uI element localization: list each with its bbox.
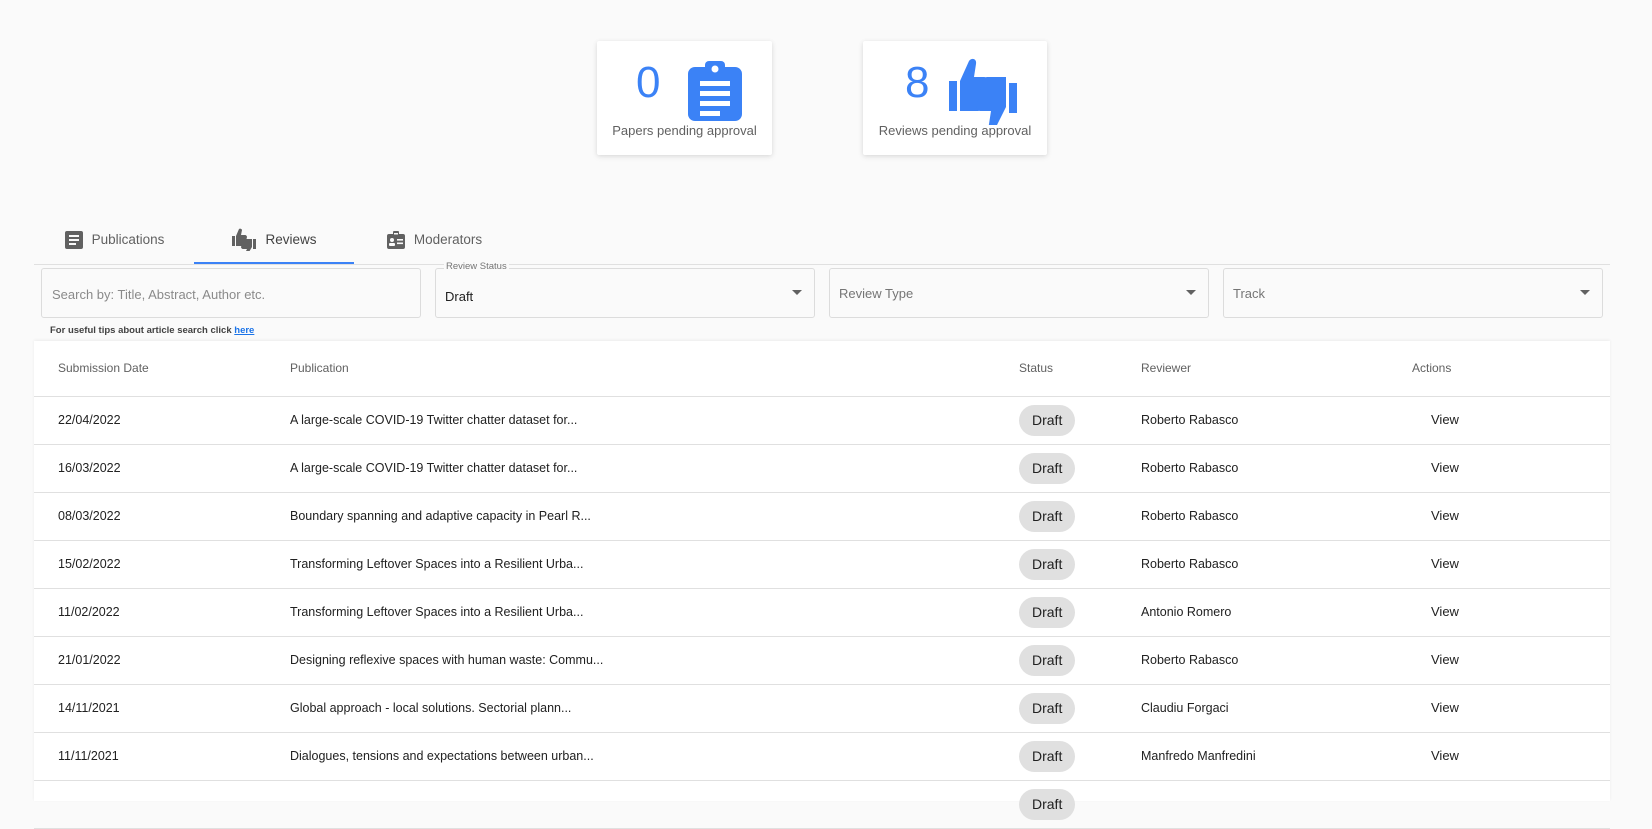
status-badge: Draft (1019, 501, 1076, 532)
reviewer-cell: Manfredo Manfredini (1141, 749, 1256, 763)
publication-cell: Designing reflexive spaces with human wa… (290, 653, 604, 667)
tab-publications-label: Publications (91, 232, 165, 247)
tab-reviews-label: Reviews (265, 231, 317, 247)
submission-date-cell: 14/11/2021 (58, 701, 120, 715)
tab-moderators-label: Moderators (413, 232, 483, 247)
publication-cell: A large-scale COVID-19 Twitter chatter d… (290, 413, 578, 427)
tab-moderators[interactable]: Moderators (354, 216, 514, 263)
reviews-pending-card[interactable]: 8 Reviews pending approval (863, 41, 1047, 155)
reviewer-cell: Roberto Rabasco (1141, 413, 1239, 427)
publication-cell: A large-scale COVID-19 Twitter chatter d… (290, 461, 578, 475)
papers-pending-label: Papers pending approval (612, 123, 757, 138)
publication-cell: Transforming Leftover Spaces into a Resi… (290, 605, 584, 619)
reviewer-cell: Antonio Romero (1141, 605, 1232, 619)
table-row[interactable]: 14/11/2021 Global approach - local soluti… (34, 685, 1610, 733)
view-button[interactable]: View (1431, 508, 1459, 523)
thumbs-up-down-icon (232, 228, 257, 251)
review-type-select[interactable]: Review Type (829, 268, 1209, 318)
table-row[interactable]: 15/02/2022 Transforming Leftover Spaces i… (34, 541, 1610, 589)
view-button[interactable]: View (1431, 700, 1459, 715)
reviewer-cell: Roberto Rabasco (1141, 509, 1239, 523)
view-button[interactable]: View (1431, 652, 1459, 667)
reviews-pending-count: 8 (905, 58, 930, 107)
header-actions: Actions (1412, 361, 1452, 375)
submission-date-cell: 15/02/2022 (58, 557, 121, 571)
badge-icon (386, 230, 405, 249)
track-placeholder: Track (1233, 286, 1266, 301)
tab-bar: Publications Reviews Moderators (34, 216, 1610, 265)
publication-cell: Transforming Leftover Spaces into a Resi… (290, 557, 584, 571)
table-header: Submission Date Publication Status Revie… (34, 341, 1610, 397)
status-badge: Draft (1019, 597, 1076, 628)
table-row[interactable]: 21/01/2022 Designing reflexive spaces wit… (34, 637, 1610, 685)
table-row[interactable]: 22/04/2022 A large-scale COVID-19 Twitter… (34, 397, 1610, 445)
view-button[interactable]: View (1431, 460, 1459, 475)
status-badge: Draft (1019, 405, 1076, 436)
view-button[interactable]: View (1431, 748, 1459, 763)
papers-pending-count: 0 (636, 58, 661, 107)
status-badge: Draft (1019, 549, 1076, 580)
tab-publications[interactable]: Publications (34, 216, 194, 263)
search-tip-link[interactable]: here (234, 325, 254, 336)
chevron-down-icon (1186, 290, 1196, 295)
publication-cell: Global approach - local solutions. Secto… (290, 701, 572, 715)
status-badge: Draft (1019, 645, 1076, 676)
reviewer-cell: Roberto Rabasco (1141, 653, 1239, 667)
header-publication[interactable]: Publication (290, 361, 349, 375)
view-button[interactable]: View (1431, 556, 1459, 571)
reviews-table: Submission Date Publication Status Revie… (34, 341, 1610, 829)
submission-date-cell: 08/03/2022 (58, 509, 121, 523)
view-button[interactable]: View (1431, 604, 1459, 619)
review-status-label: Review Status (444, 261, 509, 272)
papers-pending-card[interactable]: 0 Papers pending approval (597, 41, 772, 155)
status-badge: Draft (1019, 453, 1076, 484)
clipboard-icon (688, 59, 742, 126)
header-status[interactable]: Status (1019, 361, 1053, 375)
reviewer-cell: Roberto Rabasco (1141, 557, 1239, 571)
search-input[interactable] (50, 269, 394, 319)
table-row[interactable]: 11/11/2021 Dialogues, tensions and expect… (34, 733, 1610, 781)
review-type-placeholder: Review Type (839, 286, 914, 301)
status-badge: Draft (1019, 789, 1076, 820)
thumbs-up-down-icon (947, 53, 1019, 130)
review-status-select[interactable]: Review Status Draft (435, 261, 815, 318)
review-status-value: Draft (445, 289, 474, 304)
table-row[interactable]: 08/03/2022 Boundary spanning and adaptive… (34, 493, 1610, 541)
view-button[interactable]: View (1431, 412, 1459, 427)
submission-date-cell: 22/04/2022 (58, 413, 121, 427)
reviewer-cell: Roberto Rabasco (1141, 461, 1239, 475)
search-tip-text: For useful tips about article search cli… (50, 325, 235, 336)
chevron-down-icon (792, 290, 802, 295)
publication-cell: Dialogues, tensions and expectations bet… (290, 749, 594, 763)
reviewer-cell: Claudiu Forgaci (1141, 701, 1229, 715)
article-icon (64, 230, 83, 249)
submission-date-cell: 11/11/2021 (58, 749, 119, 763)
status-badge: Draft (1019, 741, 1076, 772)
table-row[interactable]: 11/02/2022 Transforming Leftover Spaces i… (34, 589, 1610, 637)
search-field (41, 268, 421, 319)
publication-cell: Boundary spanning and adaptive capacity … (290, 509, 591, 523)
header-submission-date[interactable]: Submission Date (58, 361, 149, 375)
reviews-pending-label: Reviews pending approval (878, 123, 1032, 138)
tab-reviews[interactable]: Reviews (194, 216, 354, 264)
header-reviewer[interactable]: Reviewer (1141, 361, 1191, 375)
submission-date-cell: 21/01/2022 (58, 653, 121, 667)
submission-date-cell: 16/03/2022 (58, 461, 121, 475)
status-badge: Draft (1019, 693, 1076, 724)
submission-date-cell: 11/02/2022 (58, 605, 120, 619)
chevron-down-icon (1580, 290, 1590, 295)
table-row[interactable]: 16/03/2022 A large-scale COVID-19 Twitter… (34, 445, 1610, 493)
track-select[interactable]: Track (1223, 268, 1603, 318)
table-row[interactable]: Draft (34, 781, 1610, 829)
search-tip: For useful tips about article search cli… (50, 325, 254, 336)
